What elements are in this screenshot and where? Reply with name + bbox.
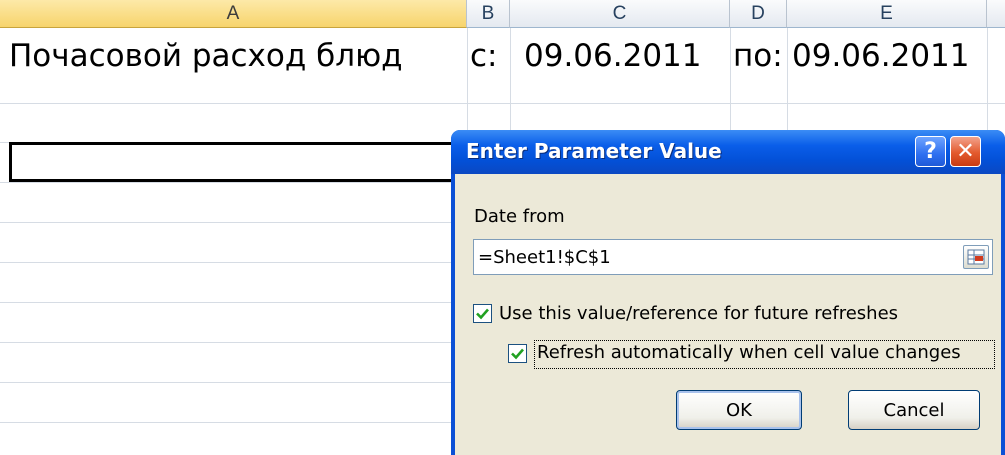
range-select-icon xyxy=(967,249,985,265)
future-refresh-checkbox[interactable] xyxy=(473,304,492,323)
help-button[interactable]: ? xyxy=(915,136,946,167)
parameter-input[interactable] xyxy=(478,246,942,268)
column-header-d[interactable]: D xyxy=(730,0,787,28)
checkmark-icon xyxy=(511,348,524,360)
column-header-c[interactable]: C xyxy=(510,0,730,28)
dialog-titlebar[interactable]: Enter Parameter Value ? ✕ xyxy=(451,130,1005,174)
column-header-e[interactable]: E xyxy=(787,0,987,28)
enter-parameter-dialog: Enter Parameter Value ? ✕ Date from =She… xyxy=(451,130,1005,455)
active-cell[interactable] xyxy=(9,142,467,182)
auto-refresh-label[interactable]: Refresh automatically when cell value ch… xyxy=(537,342,961,363)
column-header-b[interactable]: B xyxy=(467,0,510,28)
ok-button[interactable]: OK xyxy=(676,390,802,430)
checkmark-icon xyxy=(476,308,489,320)
parameter-field[interactable] xyxy=(473,239,993,275)
column-header-f[interactable] xyxy=(987,0,1005,28)
dialog-title: Enter Parameter Value xyxy=(466,139,722,163)
cell-d1[interactable]: по: xyxy=(733,28,787,83)
help-icon: ? xyxy=(924,139,937,164)
auto-refresh-checkbox[interactable] xyxy=(508,344,527,363)
dialog-body: Date from Use this value/reference for f… xyxy=(455,174,1001,455)
field-label: Date from xyxy=(474,206,565,227)
close-button[interactable]: ✕ xyxy=(950,136,981,167)
cell-c1[interactable]: 09.06.2011 xyxy=(524,28,730,83)
gridline xyxy=(0,103,1005,104)
cell-a1[interactable]: Почасовой расход блюд xyxy=(9,28,467,83)
range-select-button[interactable] xyxy=(963,245,989,269)
close-icon: ✕ xyxy=(956,139,975,164)
cell-e1[interactable]: 09.06.2011 xyxy=(792,28,987,83)
column-header-a[interactable]: A xyxy=(0,0,467,28)
cancel-button[interactable]: Cancel xyxy=(848,390,980,430)
future-refresh-label[interactable]: Use this value/reference for future refr… xyxy=(499,303,898,324)
cell-b1[interactable]: с: xyxy=(470,28,510,83)
